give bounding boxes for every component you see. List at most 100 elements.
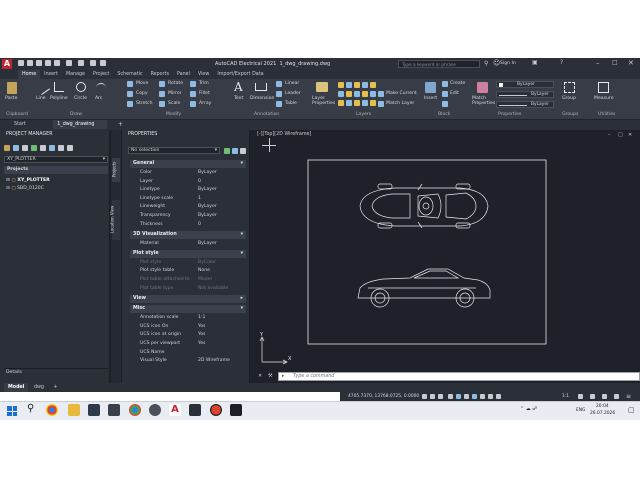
- layer-isolate-icon[interactable]: [346, 82, 352, 88]
- selection-dropdown[interactable]: No selection ▾: [128, 147, 220, 154]
- active-project-dropdown[interactable]: XY_PLOTTER ▾: [4, 156, 108, 163]
- autocad-logo[interactable]: A: [2, 59, 12, 69]
- polyline-button[interactable]: Polyline: [50, 96, 68, 101]
- property-row[interactable]: UCS icon On Yes: [130, 323, 246, 332]
- property-value[interactable]: ByLayer: [198, 169, 217, 178]
- clock-time[interactable]: 20:04: [596, 404, 609, 409]
- projects-side-tab[interactable]: Projects: [111, 158, 120, 182]
- language-indicator[interactable]: ENG: [576, 408, 585, 413]
- mirror-button[interactable]: Mirror: [168, 91, 182, 96]
- move-button[interactable]: Move: [136, 81, 148, 86]
- polyline-icon[interactable]: [54, 82, 64, 92]
- expand-icon[interactable]: ⊞: [6, 178, 10, 183]
- viewport-minimize-icon[interactable]: –: [608, 132, 611, 138]
- chevron-icon[interactable]: ▸: [241, 295, 243, 303]
- property-value[interactable]: None: [198, 267, 210, 276]
- layer-properties-icon[interactable]: [316, 82, 328, 92]
- linetype-dropdown[interactable]: ByLayer: [496, 101, 554, 108]
- new-icon[interactable]: [18, 60, 24, 66]
- drawing-tab[interactable]: 1_dwg_drawing: [53, 120, 108, 129]
- viewport-close-icon[interactable]: ✕: [628, 132, 632, 138]
- property-section-header[interactable]: View ▸: [130, 294, 246, 303]
- workspace-icon[interactable]: [100, 60, 106, 66]
- property-value[interactable]: 0: [198, 178, 201, 187]
- property-row[interactable]: Plot style table None: [130, 267, 246, 276]
- property-row[interactable]: Plot table type Not available: [130, 285, 246, 294]
- property-row[interactable]: Transparency ByLayer: [130, 212, 246, 221]
- refresh-icon[interactable]: [31, 145, 37, 151]
- insert-button[interactable]: Insert: [424, 96, 437, 101]
- lineweight-dropdown[interactable]: ByLayer: [496, 91, 554, 98]
- chevron-icon[interactable]: ▾: [241, 250, 243, 258]
- app-icon[interactable]: [149, 404, 161, 416]
- osnap-icon[interactable]: [480, 394, 485, 399]
- property-value[interactable]: Yes: [198, 340, 205, 349]
- chevron-icon[interactable]: ▾: [241, 305, 243, 313]
- project-task-list-icon[interactable]: [49, 145, 55, 151]
- tab-project[interactable]: Project: [89, 70, 113, 79]
- arc-button[interactable]: Arc: [95, 96, 102, 101]
- sign-in-link[interactable]: Sign In: [500, 58, 516, 70]
- close-icon[interactable]: ✕: [628, 59, 634, 67]
- property-value[interactable]: Yes: [198, 323, 205, 332]
- linear-icon[interactable]: [276, 81, 282, 87]
- units-icon[interactable]: [602, 394, 607, 399]
- rotate-button[interactable]: Rotate: [168, 81, 183, 86]
- table-button[interactable]: Table: [285, 101, 297, 106]
- drawing-canvas[interactable]: Y X: [250, 138, 640, 370]
- line-icon[interactable]: [36, 81, 50, 95]
- viewport-label[interactable]: [-][Top][2D Wireframe]: [257, 132, 311, 137]
- group-button[interactable]: Group: [562, 96, 576, 101]
- measure-button[interactable]: Measure: [594, 96, 614, 101]
- copy-button[interactable]: Copy: [136, 91, 148, 96]
- rotate-icon[interactable]: [159, 81, 165, 87]
- create-block-button[interactable]: Create: [450, 81, 465, 86]
- tray-icons[interactable]: ⌃ ☁ ☍: [520, 406, 537, 412]
- property-value[interactable]: 1: [198, 195, 201, 204]
- create-block-icon[interactable]: [442, 81, 448, 87]
- property-row[interactable]: Color ByLayer: [130, 169, 246, 178]
- property-value[interactable]: ByLayer: [198, 186, 217, 195]
- layer-unisolate-icon[interactable]: [354, 91, 360, 97]
- chevron-icon[interactable]: ▾: [241, 160, 243, 168]
- array-button[interactable]: Array: [199, 101, 211, 106]
- isodraft-icon[interactable]: [464, 394, 469, 399]
- open-icon[interactable]: [27, 60, 33, 66]
- model-space-icon[interactable]: [422, 394, 427, 399]
- layer-lock-icon[interactable]: [362, 82, 368, 88]
- property-row[interactable]: UCS icon at origin Yes: [130, 331, 246, 340]
- coordinates-readout[interactable]: 4705.7370, 13768.0725, 0.0000: [348, 392, 419, 401]
- property-value[interactable]: 1:1: [198, 314, 205, 323]
- edit-attributes-icon[interactable]: [442, 101, 448, 107]
- property-row[interactable]: Material ByLayer: [130, 240, 246, 249]
- circle-button[interactable]: Circle: [74, 96, 87, 101]
- layer-freeze-icon[interactable]: [354, 82, 360, 88]
- property-section-header[interactable]: General ▾: [130, 160, 246, 168]
- layer-copy-icon[interactable]: [362, 100, 368, 106]
- viewport-restore-icon[interactable]: □: [618, 132, 623, 138]
- property-value[interactable]: Model: [198, 276, 212, 285]
- location-view-side-tab[interactable]: Location View: [109, 200, 120, 240]
- trim-icon[interactable]: [190, 81, 196, 87]
- copy-icon[interactable]: [127, 91, 133, 97]
- help-icon[interactable]: ?: [560, 59, 563, 66]
- property-section-header[interactable]: Plot style ▾: [130, 249, 246, 258]
- scale-button[interactable]: Scale: [168, 101, 180, 106]
- make-current-icon[interactable]: [378, 91, 384, 97]
- project-properties-icon[interactable]: [40, 145, 46, 151]
- property-row[interactable]: UCS per viewport Yes: [130, 340, 246, 349]
- trim-button[interactable]: Trim: [199, 81, 209, 86]
- tab-home[interactable]: Home: [18, 70, 41, 79]
- project-tree-item[interactable]: ⊞ ▢ SBD_0120C: [6, 185, 44, 192]
- stretch-icon[interactable]: [127, 101, 133, 107]
- annotation-visibility-icon[interactable]: [488, 394, 493, 399]
- group-icon[interactable]: [564, 82, 575, 93]
- chrome-icon[interactable]: [129, 404, 141, 416]
- clean-screen-icon[interactable]: [614, 394, 619, 399]
- fillet-button[interactable]: Fillet: [199, 91, 210, 96]
- app-icon[interactable]: [189, 404, 201, 416]
- layer-walk-icon[interactable]: [370, 82, 376, 88]
- autocad-taskbar-icon[interactable]: A: [169, 404, 181, 416]
- array-icon[interactable]: [190, 101, 196, 107]
- open-project-icon[interactable]: [4, 145, 10, 151]
